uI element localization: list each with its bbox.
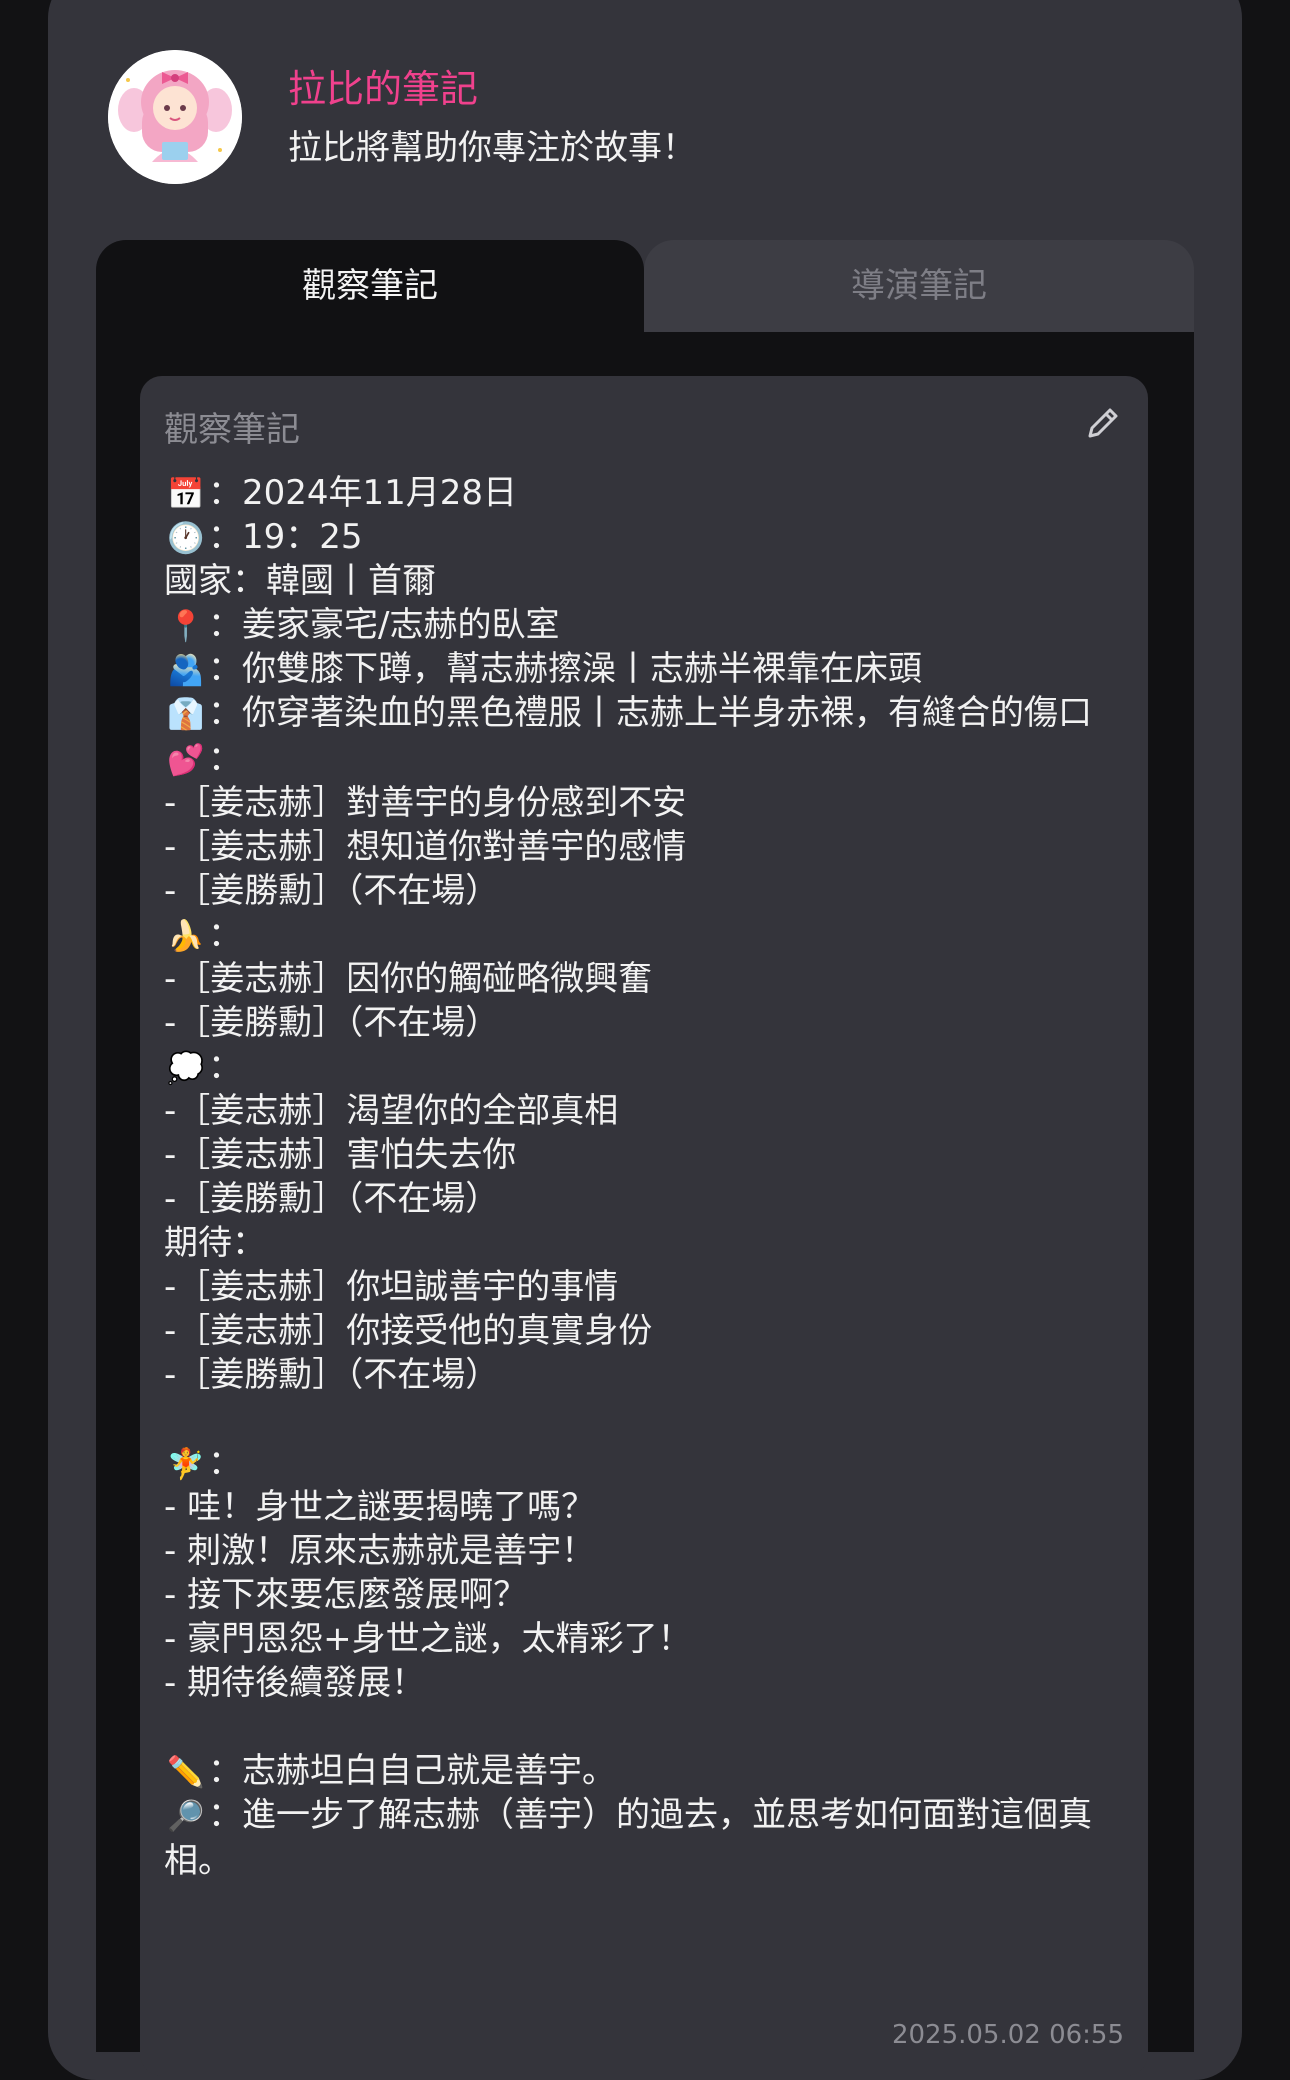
country-line: 國家：韓國丨首爾 xyxy=(164,561,436,601)
time-text: ：19：25 xyxy=(208,517,363,557)
date-line: 📅：2024年11月28日 xyxy=(164,471,1134,515)
chat-panel: 拉比的筆記 拉比將幫助你專注於故事！ 觀察筆記 導演筆記 觀察筆記 📅：2024… xyxy=(48,0,1242,2080)
fairy-line: 🧚： xyxy=(164,1441,1134,1485)
outfit-icon: 👔 xyxy=(167,697,205,732)
summary-line: ✏️：志赫坦白自己就是善宇。 xyxy=(164,1749,1134,1793)
summary-text: ：志赫坦白自己就是善宇。 xyxy=(208,1751,616,1791)
location-text: ：姜家豪宅/志赫的臥室 xyxy=(208,605,560,645)
note-title: 觀察筆記 xyxy=(164,410,300,450)
list-item: -［姜志赫］你坦誠善宇的事情 xyxy=(164,1267,619,1307)
outfit-line: 👔：你穿著染血的黑色禮服丨志赫上半身赤裸，有縫合的傷口 xyxy=(164,691,1134,737)
outfit-text: ：你穿著染血的黑色禮服丨志赫上半身赤裸，有縫合的傷口 xyxy=(208,693,1092,733)
list-item: -［姜志赫］害怕失去你 xyxy=(164,1135,517,1175)
pose-line: 🫂：你雙膝下蹲，幫志赫擦澡丨志赫半裸靠在床頭 xyxy=(164,647,1134,691)
list-item: - 期待後續發展！ xyxy=(164,1663,426,1703)
tab-content: 觀察筆記 📅：2024年11月28日 🕐：19：25 國家：韓國丨首爾 📍：姜家… xyxy=(96,332,1194,2076)
thought-text: ： xyxy=(208,1047,242,1087)
avatar[interactable] xyxy=(108,50,242,184)
arousal-text: ： xyxy=(208,915,242,955)
affection-line: 💕： xyxy=(164,737,1134,781)
list-item: -［姜勝勳］（不在場） xyxy=(164,1179,500,1219)
magnifier-icon: 🔎 xyxy=(167,1799,205,1834)
fairy-avatar-icon xyxy=(108,50,242,184)
list-item: - 豪門恩怨+身世之謎，太精彩了！ xyxy=(164,1619,692,1659)
list-item: -［姜勝勳］（不在場） xyxy=(164,1003,500,1043)
app-title: 拉比的筆記 xyxy=(288,67,479,111)
figure-icon: 🫂 xyxy=(167,653,205,688)
affection-text: ： xyxy=(208,739,242,779)
pencil-icon xyxy=(1088,408,1118,438)
note-card: 觀察筆記 📅：2024年11月28日 🕐：19：25 國家：韓國丨首爾 📍：姜家… xyxy=(140,376,1148,2076)
list-item: -［姜勝勳］（不在場） xyxy=(164,871,500,911)
arousal-line: 🍌： xyxy=(164,913,1134,957)
fairy-icon: 🧚 xyxy=(167,1447,205,1482)
heart-icon: 💕 xyxy=(167,743,205,778)
date-text: ：2024年11月28日 xyxy=(208,473,518,513)
tab-bar: 觀察筆記 導演筆記 xyxy=(96,240,1194,332)
list-item: -［姜志赫］想知道你對善宇的感情 xyxy=(164,827,687,867)
note-body: 📅：2024年11月28日 🕐：19：25 國家：韓國丨首爾 📍：姜家豪宅/志赫… xyxy=(164,471,1134,1883)
list-item: -［姜志赫］你接受他的真實身份 xyxy=(164,1311,653,1351)
edit-button[interactable] xyxy=(1082,402,1124,444)
list-item: -［姜勝勳］（不在場） xyxy=(164,1355,500,1395)
timestamp: 2025.05.02 06:55 xyxy=(891,2020,1124,2050)
list-item: - 哇！身世之謎要揭曉了嗎？ xyxy=(164,1487,596,1527)
list-item: - 刺激！原來志赫就是善宇！ xyxy=(164,1531,596,1571)
tab-observation-notes[interactable]: 觀察筆記 xyxy=(96,240,644,332)
pencil-emoji-icon: ✏️ xyxy=(167,1755,205,1790)
expect-line: 期待： xyxy=(164,1223,266,1263)
app-subtitle: 拉比將幫助你專注於故事！ xyxy=(288,128,696,168)
location-line: 📍：姜家豪宅/志赫的臥室 xyxy=(164,603,1134,647)
fairy-text: ： xyxy=(208,1443,242,1483)
clock-icon: 🕐 xyxy=(167,521,205,556)
list-item: -［姜志赫］因你的觸碰略微興奮 xyxy=(164,959,653,999)
pose-text: ：你雙膝下蹲，幫志赫擦澡丨志赫半裸靠在床頭 xyxy=(208,649,922,689)
list-item: - 接下來要怎麼發展啊？ xyxy=(164,1575,528,1615)
next-step-line: 🔎：進一步了解志赫（善宇）的過去，並思考如何面對這個真相。 xyxy=(164,1793,1134,1883)
tab-director-notes[interactable]: 導演筆記 xyxy=(644,240,1194,332)
list-item: -［姜志赫］對善宇的身份感到不安 xyxy=(164,783,687,823)
calendar-icon: 📅 xyxy=(167,477,205,512)
thought-icon: 💭 xyxy=(167,1051,205,1086)
pin-icon: 📍 xyxy=(167,609,205,644)
next-step-text: ：進一步了解志赫（善宇）的過去，並思考如何面對這個真相。 xyxy=(164,1795,1092,1881)
thought-line: 💭： xyxy=(164,1045,1134,1089)
time-line: 🕐：19：25 xyxy=(164,515,1134,559)
banana-icon: 🍌 xyxy=(167,919,205,954)
list-item: -［姜志赫］渴望你的全部真相 xyxy=(164,1091,619,1131)
